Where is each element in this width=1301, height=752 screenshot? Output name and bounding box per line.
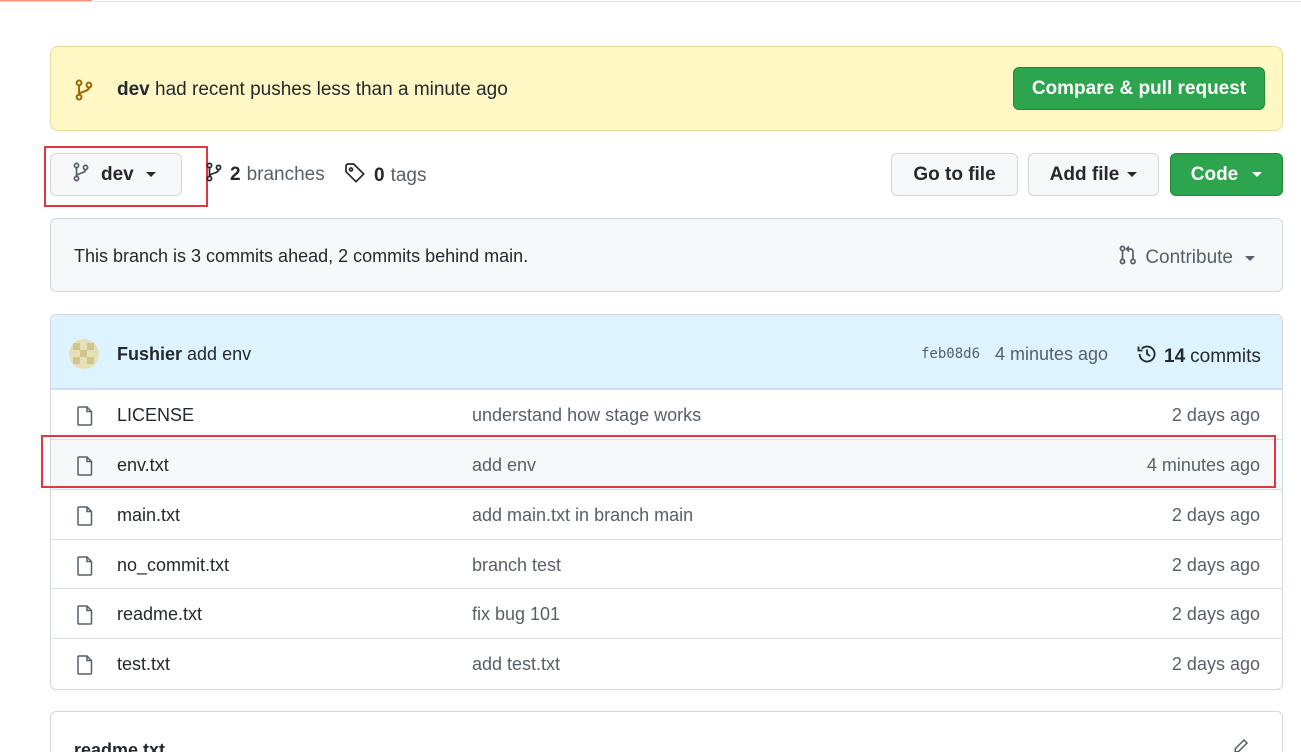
banner-message-text: had recent pushes less than a minute ago [155, 79, 508, 100]
file-icon [77, 556, 93, 581]
commit-author-link[interactable]: Fushier [117, 344, 182, 364]
file-row[interactable]: test.txt add test.txt 2 days ago [51, 638, 1282, 688]
branch-compare-info: This branch is 3 commits ahead, 2 commit… [50, 218, 1283, 292]
file-name-link[interactable]: env.txt [117, 455, 169, 476]
add-file-button[interactable]: Add file [1028, 153, 1159, 196]
code-button[interactable]: Code [1170, 153, 1283, 196]
avatar[interactable] [69, 339, 99, 369]
readme-panel: readme.txt [50, 711, 1283, 752]
file-commit-message-link[interactable]: add test.txt [472, 654, 560, 675]
file-name-link[interactable]: no_commit.txt [117, 555, 229, 576]
commits-history-link[interactable]: 14 commits [1136, 343, 1261, 371]
file-row[interactable]: LICENSE understand how stage works 2 day… [51, 389, 1282, 439]
commits-label: commits [1190, 346, 1261, 367]
file-row[interactable]: no_commit.txt branch test 2 days ago [51, 539, 1282, 589]
chevron-down-icon [1245, 255, 1255, 261]
commit-time: 4 minutes ago [995, 344, 1109, 364]
branch-ahead-behind-text: This branch is 3 commits ahead, 2 commit… [74, 246, 529, 266]
chevron-down-icon [1252, 172, 1263, 177]
history-icon [1136, 343, 1158, 371]
file-name-link[interactable]: readme.txt [117, 604, 202, 625]
commit-sha-link[interactable]: feb08d6 [921, 346, 980, 362]
file-icon [77, 406, 93, 431]
file-name-link[interactable]: main.txt [117, 505, 180, 526]
file-commit-age: 2 days ago [1171, 505, 1260, 525]
file-icon [77, 605, 93, 630]
tags-label: tags [390, 165, 427, 186]
readme-title: readme.txt [74, 740, 166, 752]
top-divider [0, 1, 1301, 2]
file-row[interactable]: readme.txt fix bug 101 2 days ago [51, 588, 1282, 638]
file-commit-message-link[interactable]: branch test [472, 555, 561, 576]
file-commit-message-link[interactable]: fix bug 101 [472, 604, 560, 625]
file-commit-age: 2 days ago [1171, 555, 1260, 575]
file-icon [77, 506, 93, 531]
file-list: Fushier add env feb08d6 4 minutes ago 14… [50, 314, 1283, 690]
file-icon [77, 456, 93, 481]
file-name-link[interactable]: test.txt [117, 654, 170, 675]
recent-push-banner: dev had recent pushes less than a minute… [50, 46, 1283, 131]
banner-branch-name[interactable]: dev [117, 79, 150, 100]
file-commit-message-link[interactable]: understand how stage works [472, 405, 701, 426]
commit-message-link[interactable]: add env [187, 344, 251, 364]
branch-select-label: dev [101, 163, 134, 185]
file-commit-age: 2 days ago [1171, 654, 1260, 674]
branches-count: 2 [230, 164, 241, 185]
branch-select-button[interactable]: dev [50, 153, 182, 196]
git-branch-icon [75, 79, 93, 106]
compare-pull-request-button[interactable]: Compare & pull request [1013, 67, 1265, 110]
file-commit-message-link[interactable]: add main.txt in branch main [472, 505, 693, 526]
tag-icon [344, 162, 366, 190]
contribute-label: Contribute [1145, 247, 1233, 268]
git-branch-icon [73, 162, 89, 187]
pencil-icon[interactable] [1233, 738, 1249, 752]
recent-push-message: dev had recent pushes less than a minute… [117, 79, 508, 101]
tags-count: 0 [374, 165, 385, 186]
file-commit-message-link[interactable]: add env [472, 455, 536, 476]
file-row[interactable]: main.txt add main.txt in branch main 2 d… [51, 489, 1282, 539]
branches-link[interactable]: 2 branches [206, 162, 325, 188]
chevron-down-icon [1127, 172, 1138, 177]
file-commit-age: 2 days ago [1171, 604, 1260, 624]
file-commit-age: 2 days ago [1171, 405, 1260, 425]
code-label: Code [1190, 163, 1239, 185]
file-commit-age: 4 minutes ago [1146, 455, 1260, 475]
latest-commit-header: Fushier add env feb08d6 4 minutes ago 14… [51, 315, 1282, 389]
chevron-down-icon [145, 172, 156, 177]
file-row[interactable]: env.txt add env 4 minutes ago [51, 439, 1282, 489]
commit-count: 14 [1164, 346, 1186, 367]
git-branch-icon [206, 162, 222, 188]
file-icon [77, 655, 93, 680]
contribute-button[interactable]: Contribute [1119, 245, 1255, 271]
branches-label: branches [246, 164, 325, 185]
add-file-label: Add file [1049, 163, 1120, 185]
tags-link[interactable]: 0 tags [344, 162, 427, 190]
go-to-file-button[interactable]: Go to file [891, 153, 1018, 196]
latest-commit-summary: Fushier add env [117, 344, 251, 365]
file-name-link[interactable]: LICENSE [117, 405, 194, 426]
git-pull-request-icon [1119, 245, 1137, 271]
